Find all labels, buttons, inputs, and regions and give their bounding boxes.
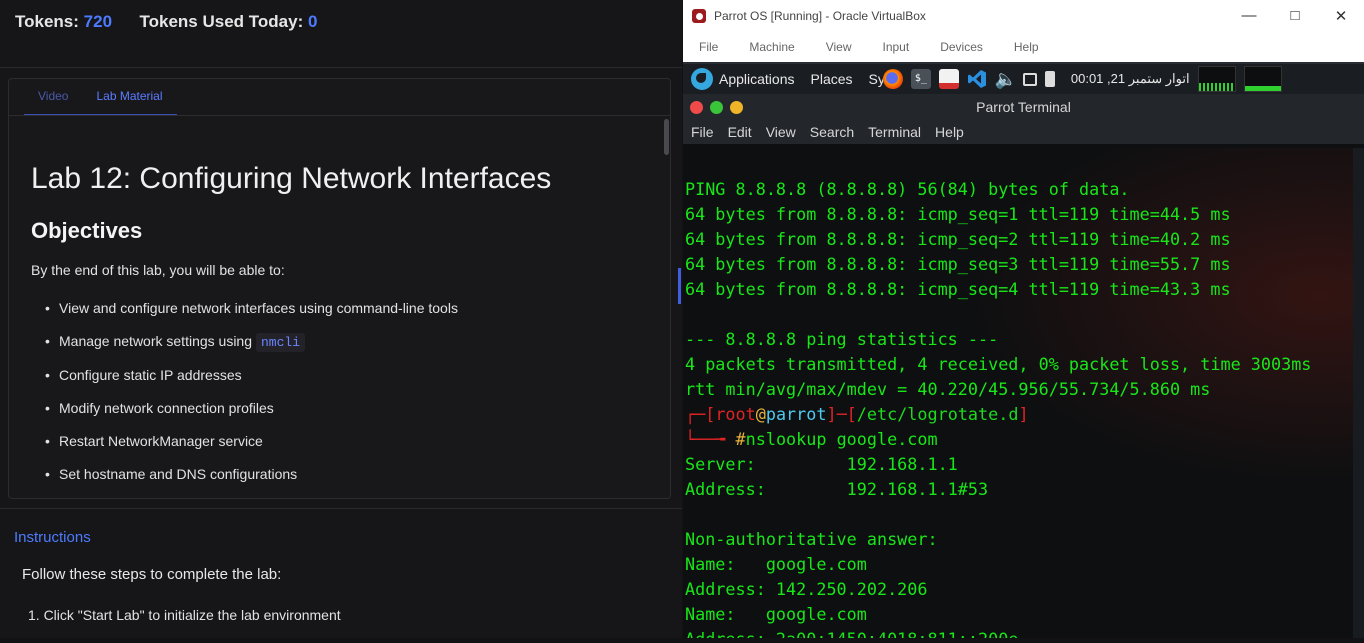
maximize-icon[interactable]: □ bbox=[1272, 7, 1318, 25]
objective-item: Restart NetworkManager service bbox=[45, 433, 670, 466]
objective-item: Modify network connection profiles bbox=[45, 400, 670, 433]
virtualbox-window: Parrot OS [Running] - Oracle VirtualBox … bbox=[683, 0, 1364, 638]
vbox-menu-help[interactable]: Help bbox=[1014, 40, 1039, 54]
prompt-user: root bbox=[715, 404, 756, 424]
vbox-menu-input[interactable]: Input bbox=[883, 40, 910, 54]
command-line: └──╼ #nslookup google.com bbox=[685, 429, 938, 449]
tab-bar: Video Lab Material bbox=[9, 79, 670, 116]
instructions-section: Instructions Follow these steps to compl… bbox=[0, 508, 682, 643]
terminal-menubar: File Edit View Search Terminal Help bbox=[683, 120, 1364, 144]
terminal-line: Address: 2a00:1450:4018:811::200e bbox=[685, 627, 1353, 638]
volume-icon[interactable]: 🔈 bbox=[995, 69, 1017, 89]
lab-material-card: Video Lab Material Lab 12: Configuring N… bbox=[8, 78, 671, 499]
tab-lab-material[interactable]: Lab Material bbox=[82, 79, 177, 115]
objectives-heading: Objectives bbox=[31, 218, 143, 243]
term-menu-terminal[interactable]: Terminal bbox=[868, 124, 921, 140]
terminal-line: Server: 192.168.1.1 bbox=[685, 454, 958, 474]
applications-menu[interactable]: Applications bbox=[719, 71, 795, 87]
prompt-at: @ bbox=[755, 404, 766, 424]
vbox-title: Parrot OS [Running] - Oracle VirtualBox bbox=[714, 9, 926, 23]
terminal-line: --- 8.8.8.8 ping statistics --- bbox=[685, 329, 999, 349]
terminal-line: 64 bytes from 8.8.8.8: icmp_seq=1 ttl=11… bbox=[685, 204, 1231, 224]
vbox-menu-devices[interactable]: Devices bbox=[940, 40, 983, 54]
tokens-used-value: 0 bbox=[307, 12, 318, 31]
tokens-used-label: Tokens Used Today: bbox=[139, 12, 304, 31]
term-menu-view[interactable]: View bbox=[766, 124, 796, 140]
terminal-output[interactable]: PING 8.8.8.8 (8.8.8.8) 56(84) bytes of d… bbox=[683, 148, 1353, 638]
tab-video[interactable]: Video bbox=[24, 79, 83, 115]
terminal-line: 64 bytes from 8.8.8.8: icmp_seq=2 ttl=11… bbox=[685, 229, 1231, 249]
objectives-list: View and configure network interfaces us… bbox=[31, 300, 670, 498]
vbox-menu-view[interactable]: View bbox=[826, 40, 852, 54]
objective-item: Manage network settings usingnmcli bbox=[45, 333, 670, 366]
vbox-menubar: File Machine View Input Devices Help bbox=[683, 32, 1364, 62]
terminal-line: 64 bytes from 8.8.8.8: icmp_seq=4 ttl=11… bbox=[685, 279, 1231, 299]
term-menu-search[interactable]: Search bbox=[810, 124, 854, 140]
battery-icon bbox=[1044, 71, 1055, 87]
lab-title: Lab 12: Configuring Network Interfaces bbox=[31, 162, 552, 195]
text-editor-icon[interactable] bbox=[938, 69, 959, 89]
prompt-dir: /etc/logrotate.d bbox=[856, 404, 1019, 424]
term-menu-help[interactable]: Help bbox=[935, 124, 964, 140]
terminal-line: Address: 192.168.1.1#53 bbox=[685, 479, 989, 499]
objectives-intro: By the end of this lab, you will be able… bbox=[31, 262, 285, 278]
content-scrollbar[interactable] bbox=[664, 119, 669, 155]
tokens-value: 720 bbox=[83, 12, 113, 31]
screen-icon[interactable] bbox=[1022, 72, 1037, 86]
instructions-title[interactable]: Instructions bbox=[14, 529, 668, 546]
prompt-line: ┌─[root@parrot]─[/etc/logrotate.d] bbox=[685, 404, 1029, 424]
places-menu[interactable]: Places bbox=[811, 71, 853, 87]
parrot-logo-icon[interactable] bbox=[691, 68, 713, 90]
vbox-menu-machine[interactable]: Machine bbox=[749, 40, 794, 54]
firefox-icon[interactable] bbox=[882, 69, 903, 89]
instruction-step: 1. Click "Start Lab" to initialize the l… bbox=[28, 607, 341, 623]
prompt-host: parrot bbox=[765, 404, 827, 424]
terminal-line: Non-authoritative answer: bbox=[685, 529, 938, 549]
terminal-title: Parrot Terminal bbox=[976, 99, 1071, 115]
panel-clock[interactable]: اتوار ستمبر 21, 00:01 bbox=[1071, 71, 1190, 87]
objective-item: Set hostname and DNS configurations bbox=[45, 466, 670, 498]
cpu-graph bbox=[1197, 66, 1236, 92]
terminal-line: PING 8.8.8.8 (8.8.8.8) 56(84) bytes of d… bbox=[685, 179, 1130, 199]
nmcli-code: nmcli bbox=[256, 333, 306, 353]
vscode-icon[interactable] bbox=[967, 69, 987, 89]
terminal-scrollbar[interactable] bbox=[1353, 148, 1364, 638]
parrot-top-panel: Applications Places Sy $_ 🔈 اتوار ستمبر … bbox=[683, 62, 1364, 94]
panel-resize-handle[interactable] bbox=[678, 268, 681, 304]
virtualbox-icon bbox=[692, 9, 706, 23]
terminal-line: Name: google.com bbox=[685, 554, 867, 574]
vbox-titlebar: Parrot OS [Running] - Oracle VirtualBox … bbox=[683, 0, 1364, 32]
close-icon[interactable]: ✕ bbox=[1318, 7, 1364, 25]
terminal-launcher-icon[interactable]: $_ bbox=[910, 69, 931, 89]
network-graph bbox=[1243, 66, 1282, 92]
command-text: nslookup google.com bbox=[745, 429, 938, 449]
term-menu-file[interactable]: File bbox=[691, 124, 714, 140]
instructions-subtitle: Follow these steps to complete the lab: bbox=[22, 566, 282, 583]
terminal-titlebar: Parrot Terminal bbox=[683, 94, 1364, 120]
token-bar: Tokens: 720 Tokens Used Today: 0 bbox=[0, 0, 682, 68]
tokens-label: Tokens: bbox=[15, 12, 79, 31]
lab-panel: Tokens: 720 Tokens Used Today: 0 Video L… bbox=[0, 0, 682, 638]
terminal-line: rtt min/avg/max/mdev = 40.220/45.956/55.… bbox=[685, 379, 1211, 399]
term-menu-edit[interactable]: Edit bbox=[728, 124, 752, 140]
objective-item: Configure static IP addresses bbox=[45, 367, 670, 400]
terminal-line: 4 packets transmitted, 4 received, 0% pa… bbox=[685, 354, 1312, 374]
objective-item: View and configure network interfaces us… bbox=[45, 300, 670, 333]
terminal-line: Address: 142.250.202.206 bbox=[685, 579, 928, 599]
lab-content: Lab 12: Configuring Network Interfaces O… bbox=[9, 162, 670, 498]
vbox-menu-file[interactable]: File bbox=[699, 40, 718, 54]
terminal-line: 64 bytes from 8.8.8.8: icmp_seq=3 ttl=11… bbox=[685, 254, 1231, 274]
terminal-line: Name: google.com bbox=[685, 604, 867, 624]
minimize-icon[interactable]: — bbox=[1226, 7, 1272, 25]
